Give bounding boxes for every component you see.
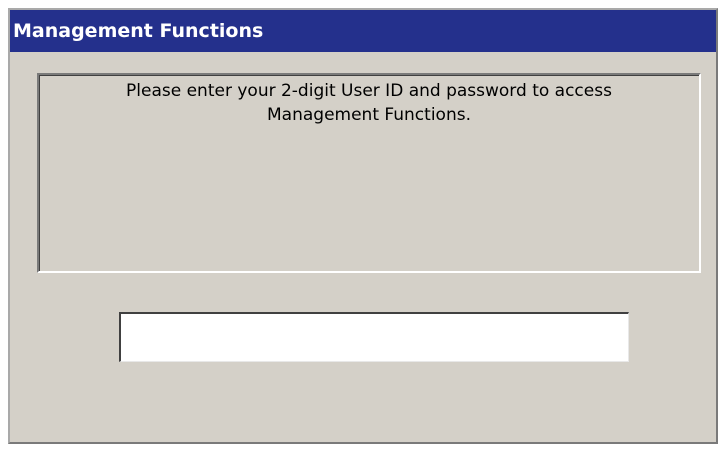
instruction-text-line-1: Please enter your 2-digit User ID and pa… xyxy=(126,81,612,101)
user-id-password-input[interactable] xyxy=(119,312,629,362)
instruction-text-line-2: Management Functions. xyxy=(267,105,471,125)
management-functions-window: Management Functions Please enter your 2… xyxy=(8,8,718,444)
window-title: Management Functions xyxy=(13,20,264,42)
message-panel: Please enter your 2-digit User ID and pa… xyxy=(37,73,701,273)
title-bar: Management Functions xyxy=(10,10,716,52)
